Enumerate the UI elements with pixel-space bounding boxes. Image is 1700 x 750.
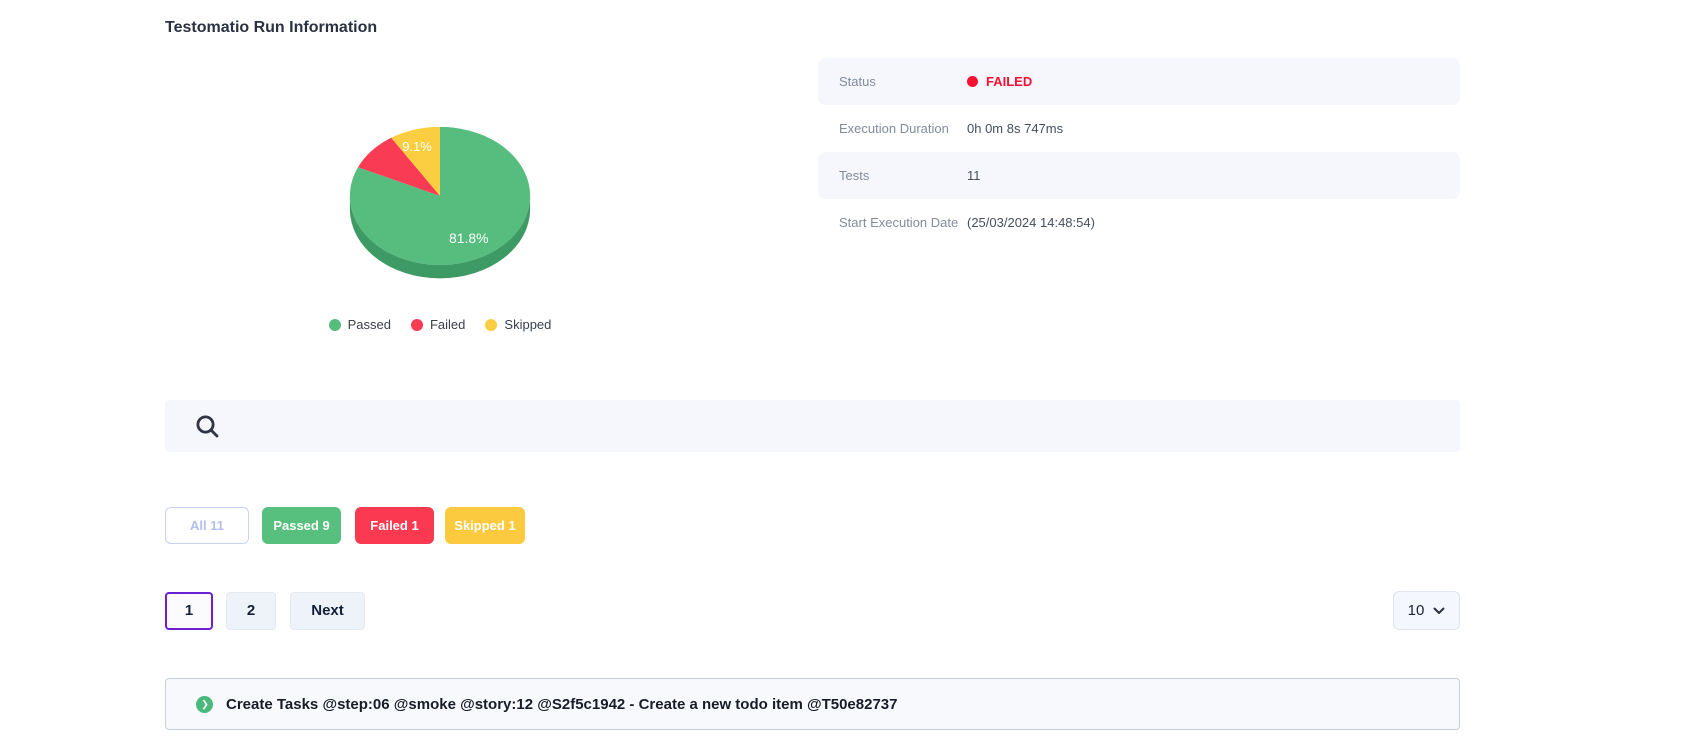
pie-label-passed: 81.8% — [449, 230, 488, 246]
results-pie-chart: 9.1% 81.8% Passed Failed Skipped — [165, 37, 715, 332]
chevron-down-icon — [1433, 607, 1445, 615]
legend-label: Failed — [430, 317, 465, 332]
legend-item-failed[interactable]: Failed — [411, 317, 465, 332]
test-result-item[interactable]: ❯ Create Tasks @step:06 @smoke @story:12… — [165, 678, 1460, 730]
search-icon — [194, 413, 221, 440]
next-page-button[interactable]: Next — [290, 592, 365, 630]
table-row-tests: Tests 11 — [818, 152, 1460, 199]
pagination-bar: 1 2 Next 10 — [165, 591, 1460, 630]
status-dot-icon — [967, 76, 978, 87]
table-row-duration: Execution Duration 0h 0m 8s 747ms — [818, 105, 1460, 152]
table-row-status: Status FAILED — [818, 58, 1460, 105]
test-title: Create Tasks @step:06 @smoke @story:12 @… — [226, 696, 897, 713]
run-info-section: 9.1% 81.8% Passed Failed Skipped — [165, 37, 1460, 332]
filter-buttons: All 11 Passed 9 Failed 1 Skipped 1 — [165, 507, 1460, 544]
status-badge: FAILED — [967, 74, 1032, 89]
row-value: 11 — [967, 168, 981, 183]
run-info-table: Status FAILED Execution Duration 0h 0m 8… — [818, 37, 1460, 246]
page-1-button[interactable]: 1 — [165, 592, 213, 630]
legend-item-passed[interactable]: Passed — [329, 317, 391, 332]
page-size-select[interactable]: 10 — [1393, 591, 1460, 630]
search-input[interactable] — [165, 400, 1460, 452]
pie-legend: Passed Failed Skipped — [329, 317, 552, 332]
row-label: Start Execution Date — [839, 215, 967, 230]
expand-chevron-icon[interactable]: ❯ — [196, 696, 213, 713]
status-text: FAILED — [986, 74, 1032, 89]
failed-dot-icon — [411, 319, 423, 331]
legend-label: Skipped — [504, 317, 551, 332]
row-value: (25/03/2024 14:48:54) — [967, 215, 1095, 230]
filter-failed-button[interactable]: Failed 1 — [355, 507, 434, 544]
pie-chart-svg: 9.1% 81.8% — [344, 124, 536, 287]
legend-item-skipped[interactable]: Skipped — [485, 317, 551, 332]
row-label: Tests — [839, 168, 967, 183]
legend-label: Passed — [348, 317, 391, 332]
filter-all-button[interactable]: All 11 — [165, 507, 249, 544]
row-value: 0h 0m 8s 747ms — [967, 121, 1063, 136]
filter-skipped-button[interactable]: Skipped 1 — [445, 507, 525, 544]
passed-dot-icon — [329, 319, 341, 331]
report-page: Testomatio Run Information 9.1% 81.8% Pa… — [165, 0, 1460, 730]
pie-label-skipped: 9.1% — [402, 139, 432, 154]
table-row-start-date: Start Execution Date (25/03/2024 14:48:5… — [818, 199, 1460, 246]
row-label: Status — [839, 74, 967, 89]
page-2-button[interactable]: 2 — [226, 592, 276, 630]
skipped-dot-icon — [485, 319, 497, 331]
row-label: Execution Duration — [839, 121, 967, 136]
page-size-value: 10 — [1408, 602, 1425, 619]
filter-passed-button[interactable]: Passed 9 — [262, 507, 341, 544]
page-title: Testomatio Run Information — [165, 0, 1460, 37]
